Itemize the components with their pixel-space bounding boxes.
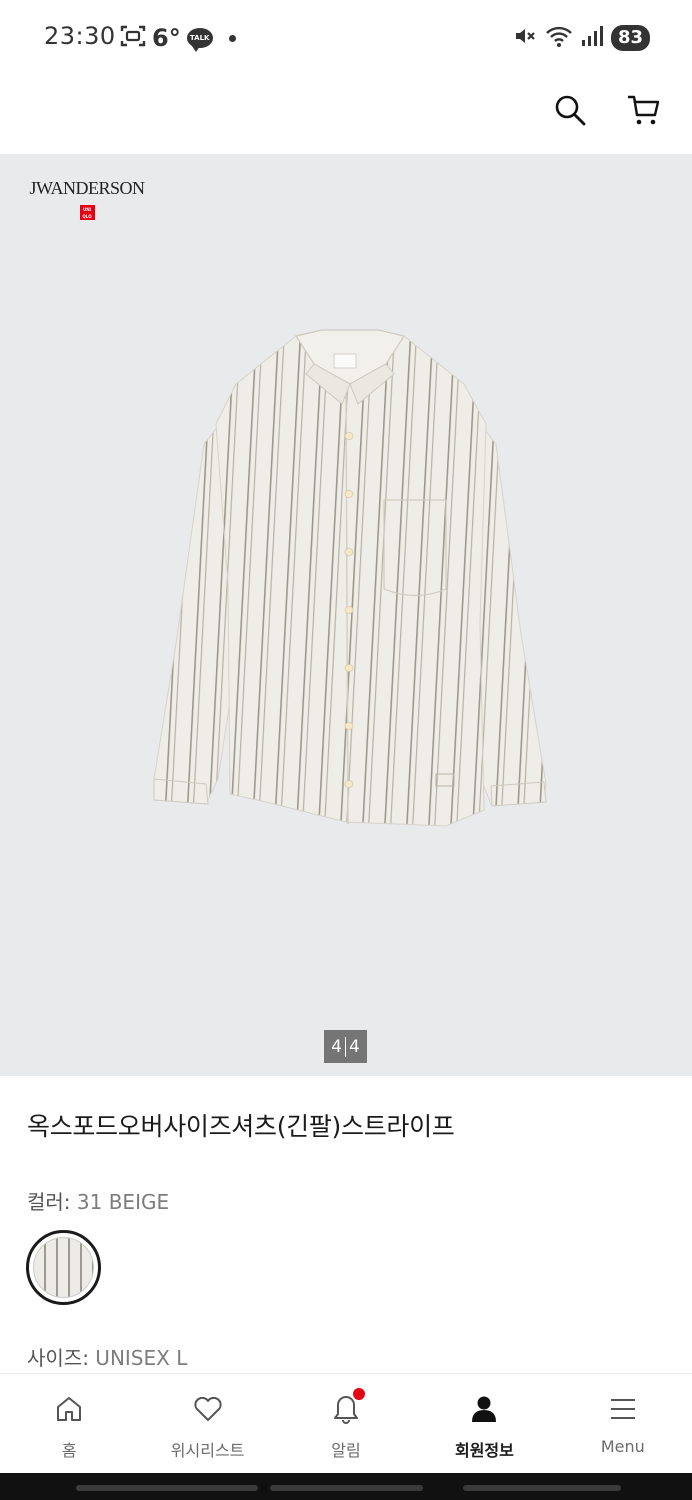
size-label: 사이즈: [27,1346,89,1370]
nav-label-member-info: 회원정보 [454,1441,514,1460]
gesture-pill-center [270,1485,423,1491]
gesture-pill-right [463,1485,621,1491]
color-swatch-beige[interactable] [26,1230,101,1305]
user-icon [467,1392,501,1426]
color-label: 컬러: [27,1190,71,1214]
search-button[interactable] [550,90,590,130]
status-right-icons: 83 [513,24,650,52]
image-page-indicator: 4 4 [324,1030,367,1063]
color-info: 컬러: 31 BEIGE [27,1186,169,1215]
home-icon [52,1392,86,1426]
bell-icon [329,1388,366,1426]
status-time: 23:30 [44,22,116,50]
nav-label-notifications: 알림 [331,1441,361,1460]
page-separator [345,1036,346,1057]
uniqlo-logo: UNI QLO [79,205,95,220]
nav-item-home[interactable]: 홈 [0,1374,138,1473]
nav-label-menu: Menu [600,1437,645,1456]
color-value: 31 BEIGE [70,1190,170,1214]
signal-icon [581,24,603,52]
product-image-gallery[interactable]: JWANDERSON UNI QLO 4 4 [0,154,692,1076]
nav-item-notifications[interactable]: 알림 [277,1374,415,1473]
weather-temperature: 6° [152,24,181,52]
heart-icon [191,1392,225,1426]
app-header [0,76,692,154]
search-icon [555,95,586,126]
nav-item-menu[interactable]: Menu [554,1374,692,1473]
screenshot-icon [120,24,146,52]
status-bar: 23:30 6° TALK 83 [0,0,692,76]
notification-badge [353,1388,366,1400]
swatch-stripe-pattern [33,1237,94,1298]
bottom-navigation: 홈 위시리스트 알림 회원정보 Menu [0,1373,692,1473]
nav-label-wishlist: 위시리스트 [170,1441,245,1460]
product-title: 옥스포드오버사이즈셔츠(긴팔)스트라이프 [27,1112,455,1141]
nav-item-member-info[interactable]: 회원정보 [415,1374,553,1473]
kakaotalk-icon: TALK [186,28,213,52]
size-value: UNISEX L [88,1346,188,1370]
brand-name: JWANDERSON [29,178,145,198]
cart-button[interactable] [624,90,664,130]
cart-icon [628,95,660,125]
nav-label-home: 홈 [61,1441,77,1460]
battery-indicator: 83 [610,25,650,51]
mute-icon [513,24,537,52]
talk-label: TALK [189,34,210,42]
page-total: 4 [349,1036,360,1057]
system-gesture-bar [0,1473,692,1500]
product-shirt-image [153,329,547,827]
notification-dot-icon [228,34,236,42]
gesture-pill-left [76,1485,258,1491]
wifi-icon [545,24,573,52]
page-current: 4 [331,1036,342,1057]
nav-item-wishlist[interactable]: 위시리스트 [138,1374,276,1473]
menu-icon [606,1392,640,1426]
status-left-icons: 6° TALK [120,24,236,52]
size-info: 사이즈: UNISEX L [27,1342,187,1371]
brand-logo: JWANDERSON UNI QLO [22,178,152,222]
